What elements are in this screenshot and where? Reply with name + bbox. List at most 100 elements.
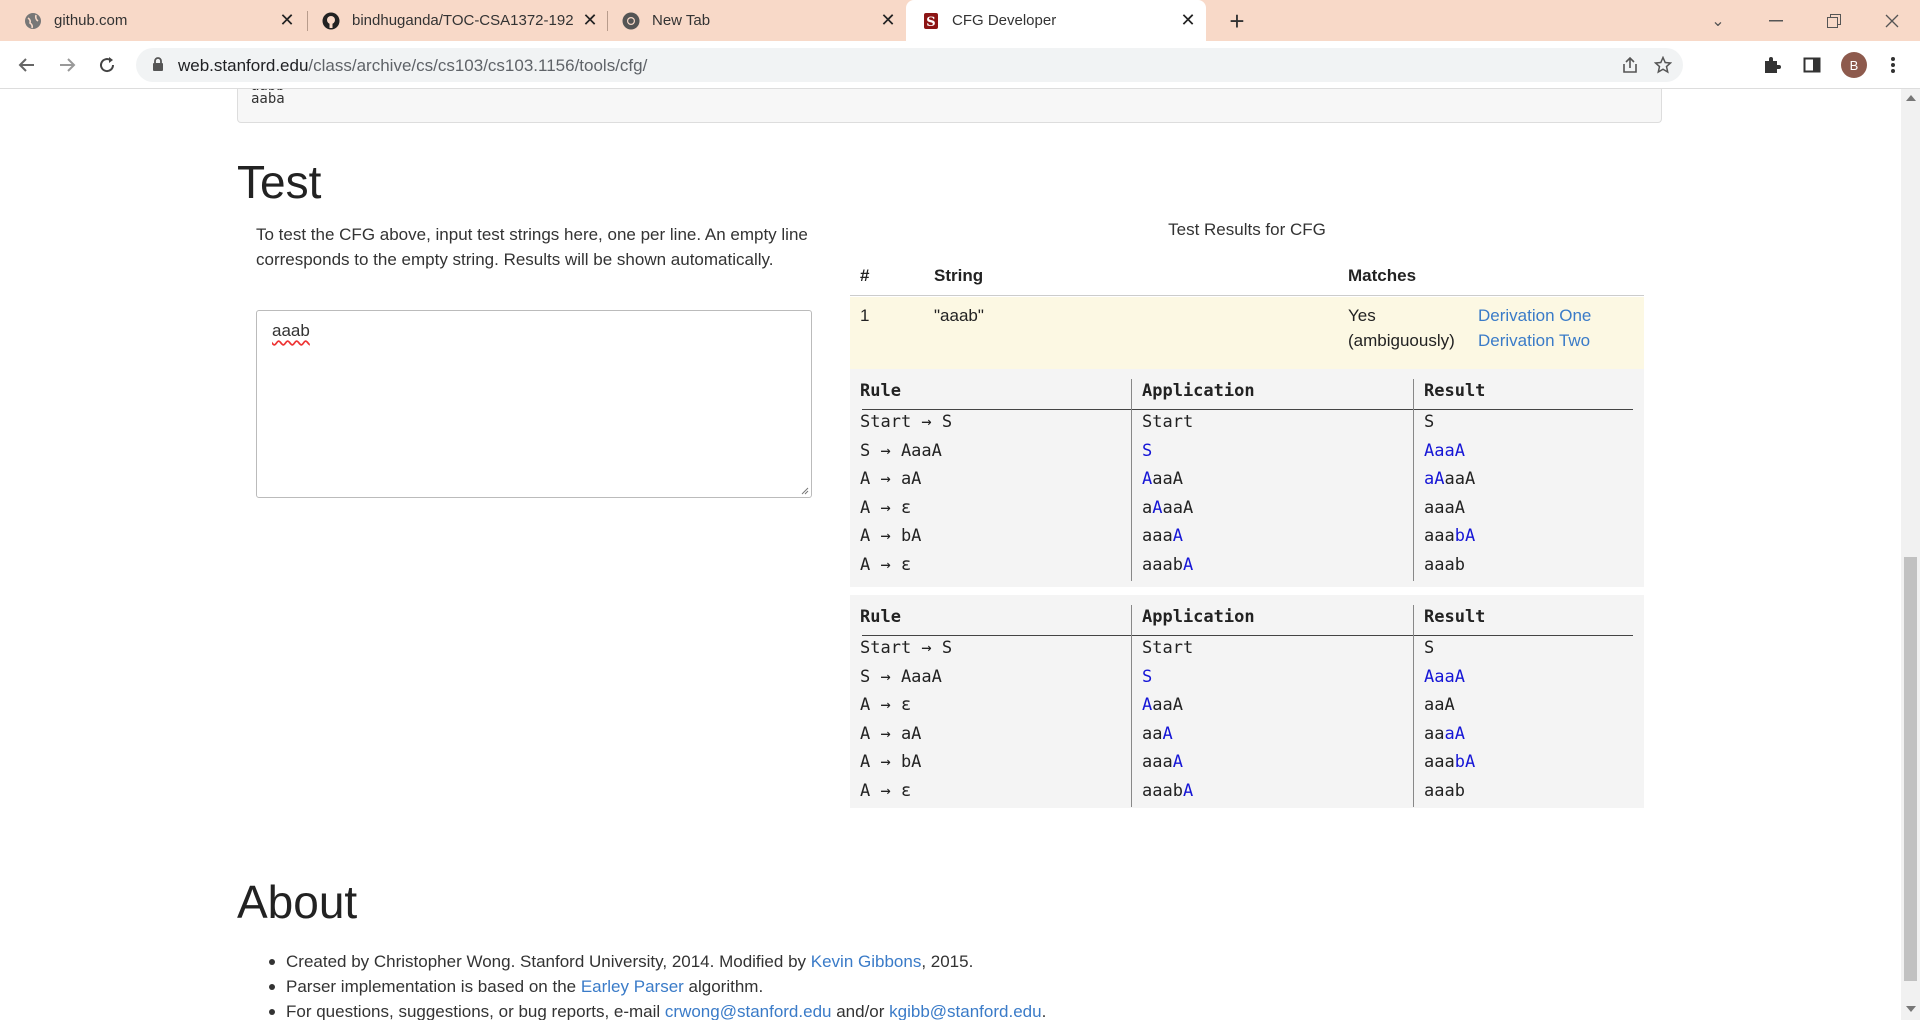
lock-icon[interactable]	[152, 57, 164, 77]
extensions-icon[interactable]	[1761, 54, 1783, 76]
application-cell: AaaA	[1142, 469, 1183, 490]
application-cell: aaaA	[1142, 752, 1183, 773]
tab-repo[interactable]: bindhuganda/TOC-CSA1372-192 ✕	[306, 0, 608, 41]
url-text[interactable]: web.stanford.edu/class/archive/cs/cs103/…	[178, 56, 647, 76]
result-cell: S	[1424, 638, 1435, 658]
column-divider	[1131, 605, 1132, 807]
about-heading: About	[237, 876, 358, 928]
tab-cfg-developer[interactable]: S CFG Developer ✕	[906, 0, 1206, 41]
rule-cell: S → AaaA	[860, 666, 942, 687]
scrollbar-thumb[interactable]	[1904, 557, 1917, 981]
column-divider	[1413, 605, 1414, 807]
header-divider	[862, 409, 1633, 410]
resize-handle-icon[interactable]	[799, 485, 809, 495]
minimize-icon[interactable]	[1748, 0, 1804, 41]
test-strings-textarea[interactable]: aaab	[256, 310, 812, 498]
about-list: Created by Christopher Wong. Stanford Un…	[256, 949, 1046, 1020]
scroll-up-icon[interactable]	[1906, 95, 1916, 101]
result-cell: aaA	[1424, 695, 1455, 716]
application-cell: S	[1142, 666, 1153, 687]
tab-search-icon[interactable]: ⌄	[1690, 0, 1746, 41]
side-panel-icon[interactable]	[1801, 54, 1823, 76]
application-header: Application	[1142, 607, 1255, 627]
derivation-two-link[interactable]: Derivation Two	[1478, 331, 1590, 350]
back-icon[interactable]	[12, 50, 42, 80]
close-icon[interactable]: ✕	[578, 9, 602, 33]
result-cell: AaaA	[1424, 440, 1465, 461]
earley-parser-link[interactable]: Earley Parser	[581, 977, 684, 996]
previous-output-box: aabb aaba	[237, 89, 1662, 123]
bookmark-star-icon[interactable]	[1653, 55, 1673, 75]
tab-title: github.com	[54, 12, 128, 29]
github-icon	[322, 12, 340, 30]
rule-cell: A → ε	[860, 555, 912, 575]
crwong-email-link[interactable]: crwong@stanford.edu	[665, 1002, 832, 1020]
row-string: "aaab"	[934, 306, 984, 325]
rule-cell: A → ε	[860, 497, 912, 518]
chrome-icon	[622, 12, 640, 30]
page-scrollbar[interactable]	[1901, 89, 1920, 1020]
result-cell: aaaA	[1424, 723, 1465, 744]
about-text: For questions, suggestions, or bug repor…	[286, 1002, 665, 1020]
reload-icon[interactable]	[92, 50, 122, 80]
about-text: , 2015.	[921, 952, 974, 971]
results-table-header: # String Matches	[850, 260, 1644, 296]
result-cell: S	[1424, 412, 1435, 432]
close-icon[interactable]: ✕	[876, 9, 900, 33]
test-heading: Test	[237, 156, 322, 208]
restore-icon[interactable]	[1806, 0, 1862, 41]
close-icon[interactable]: ✕	[275, 9, 299, 33]
application-cell: Start	[1142, 638, 1194, 658]
derivation-one-table: Rule Application Result Start → S Start S S → …	[850, 369, 1644, 587]
derivation-two-table: Rule Application Result Start → S Start S S → …	[850, 595, 1644, 808]
result-cell: AaaA	[1424, 666, 1465, 687]
textarea-value: aaab	[272, 321, 310, 340]
forward-icon[interactable]	[52, 50, 82, 80]
rule-cell: Start → S	[860, 412, 953, 432]
about-text: .	[1041, 1002, 1047, 1020]
list-item: For questions, suggestions, or bug repor…	[256, 999, 1046, 1020]
match-status: Yes	[1348, 306, 1376, 325]
close-icon[interactable]: ✕	[1176, 9, 1200, 33]
new-tab-button[interactable]: +	[1222, 6, 1252, 36]
kevin-gibbons-link[interactable]: Kevin Gibbons	[811, 952, 922, 971]
output-line: aaba	[251, 91, 285, 107]
results-caption: Test Results for CFG	[1168, 220, 1326, 239]
kgibb-email-link[interactable]: kgibb@stanford.edu	[889, 1002, 1041, 1020]
list-item: Created by Christopher Wong. Stanford Un…	[256, 949, 1046, 974]
scroll-down-icon[interactable]	[1906, 1006, 1916, 1012]
rule-cell: A → bA	[860, 752, 922, 773]
stanford-icon: S	[922, 12, 940, 30]
col-matches: Matches	[1348, 266, 1417, 285]
svg-text:S: S	[926, 15, 935, 30]
tab-github-com[interactable]: github.com ✕	[0, 0, 305, 41]
derivation-one-link[interactable]: Derivation One	[1478, 306, 1591, 325]
url-host: web.stanford.edu	[178, 56, 309, 75]
application-header: Application	[1142, 381, 1255, 401]
profile-avatar[interactable]: B	[1841, 52, 1867, 78]
application-cell: aAaaA	[1142, 497, 1194, 518]
menu-kebab-icon[interactable]	[1882, 54, 1904, 76]
globe-icon	[24, 12, 42, 30]
application-cell: aaA	[1142, 723, 1173, 744]
rule-cell: A → aA	[860, 723, 922, 744]
header-divider	[862, 635, 1633, 636]
close-window-icon[interactable]	[1864, 0, 1920, 41]
tab-new-tab[interactable]: New Tab ✕	[606, 0, 906, 41]
address-bar[interactable]: web.stanford.edu/class/archive/cs/cs103/…	[136, 48, 1683, 82]
about-text: Parser implementation is based on the	[286, 977, 581, 996]
result-cell: aaab	[1424, 781, 1465, 801]
rule-cell: Start → S	[860, 638, 953, 658]
result-header: Result	[1424, 381, 1486, 401]
rule-cell: S → AaaA	[860, 440, 942, 461]
application-cell: aaaA	[1142, 526, 1183, 547]
row-num: 1	[860, 306, 870, 325]
list-item: Parser implementation is based on the Ea…	[256, 974, 1046, 999]
rule-cell: A → aA	[860, 469, 922, 490]
share-icon[interactable]	[1620, 55, 1640, 75]
rule-cell: A → ε	[860, 781, 912, 801]
browser-toolbar: web.stanford.edu/class/archive/cs/cs103/…	[0, 41, 1920, 89]
table-row: 1 "aaab" Yes (ambiguously) Derivation On…	[850, 297, 1644, 369]
url-path: /class/archive/cs/cs103/cs103.1156/tools…	[308, 56, 648, 75]
result-cell: aaab	[1424, 555, 1465, 575]
